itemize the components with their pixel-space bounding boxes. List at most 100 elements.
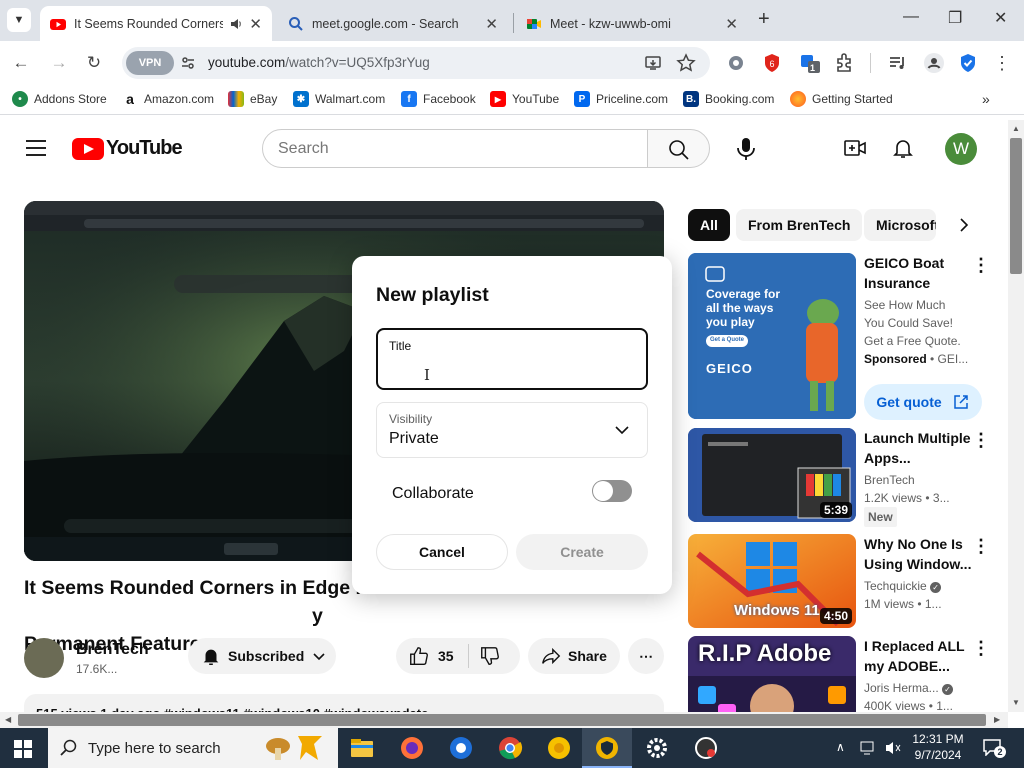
bookmark-label: Getting Started: [812, 92, 893, 106]
youtube-favicon-icon: [50, 18, 66, 30]
playlist-title-field[interactable]: Title I: [376, 328, 648, 390]
vertical-scrollbar[interactable]: ▲ ▼: [1008, 120, 1024, 712]
scroll-right-arrow-icon[interactable]: ▶: [994, 715, 1000, 724]
bookmark-star-icon[interactable]: [676, 53, 696, 73]
bookmark-amazon[interactable]: a Amazon.com: [122, 91, 214, 107]
minimize-window-icon[interactable]: —: [903, 8, 919, 26]
back-arrow-icon[interactable]: ←: [9, 51, 33, 75]
media-control-icon[interactable]: [886, 51, 910, 75]
tab-youtube-video[interactable]: It Seems Rounded Corners ✕: [40, 6, 272, 41]
bookmark-label: Facebook: [423, 92, 476, 106]
collaborate-toggle[interactable]: [592, 480, 632, 502]
bookmark-booking[interactable]: B. Booking.com: [683, 91, 774, 107]
vertical-scroll-thumb[interactable]: [1010, 138, 1022, 274]
bookmark-label: Addons Store: [34, 92, 107, 106]
facebook-icon: f: [401, 91, 417, 107]
tab-separator: [513, 13, 514, 33]
tab-google-meet[interactable]: Meet - kzw-uwwb-omi ✕: [516, 6, 748, 41]
toggle-knob: [593, 481, 613, 501]
network-icon[interactable]: [860, 740, 878, 756]
bookmark-getting-started[interactable]: Getting Started: [790, 91, 893, 107]
bookmark-walmart[interactable]: ✱ Walmart.com: [293, 91, 385, 107]
tab-title: meet.google.com - Search: [312, 16, 459, 31]
browser-tab-bar: ▼ It Seems Rounded Corners ✕ meet.google…: [0, 0, 1024, 41]
active-app-highlight[interactable]: [582, 728, 632, 768]
scroll-up-arrow-icon[interactable]: ▲: [1012, 124, 1020, 133]
taskbar-search-box[interactable]: Type here to search: [48, 728, 338, 768]
translate-extension-icon[interactable]: 1: [798, 51, 822, 75]
bookmark-ebay[interactable]: eBay: [228, 91, 277, 107]
notification-center-icon[interactable]: 2: [982, 738, 1006, 761]
visibility-dropdown[interactable]: Visibility Private: [376, 402, 648, 458]
security-shield-icon[interactable]: [956, 51, 980, 75]
extensions-puzzle-icon[interactable]: [833, 51, 857, 75]
yellow-app-taskbar-icon[interactable]: [545, 734, 573, 762]
create-button[interactable]: Create: [516, 534, 648, 570]
search-icon: [60, 739, 77, 756]
visibility-label: Visibility: [389, 412, 433, 426]
chevron-up-icon[interactable]: ∧: [836, 740, 845, 754]
scroll-left-arrow-icon[interactable]: ◀: [5, 715, 11, 724]
clock-date: 9/7/2024: [914, 748, 962, 762]
horizontal-scrollbar[interactable]: ◀ ▶: [0, 712, 1008, 728]
addons-store-icon: •: [12, 91, 28, 107]
system-clock[interactable]: 12:31 PM 9/7/2024: [906, 731, 970, 763]
windows-taskbar: Type here to search ∧ 12:31 PM 9/7/2024 …: [0, 728, 1024, 768]
windows-start-icon[interactable]: [14, 740, 32, 758]
more-bookmarks-chevron-icon[interactable]: »: [982, 91, 990, 107]
new-tab-button[interactable]: +: [758, 8, 770, 31]
forward-arrow-icon[interactable]: →: [47, 51, 71, 75]
horizontal-scroll-thumb[interactable]: [18, 714, 986, 726]
booking-icon: B.: [683, 91, 699, 107]
walmart-icon: ✱: [293, 91, 309, 107]
security-app-taskbar-icon[interactable]: [692, 734, 720, 762]
svg-text:6: 6: [769, 59, 774, 69]
site-info-icon[interactable]: [180, 55, 196, 71]
audio-playing-icon[interactable]: [229, 17, 243, 31]
url-host: youtube.com: [208, 55, 286, 70]
file-explorer-icon[interactable]: [348, 734, 376, 762]
google-meet-favicon-icon: [527, 18, 541, 29]
close-tab-icon[interactable]: ✕: [725, 15, 738, 33]
install-app-icon[interactable]: [644, 54, 662, 72]
bookmark-priceline[interactable]: P Priceline.com: [574, 91, 668, 107]
bookmark-facebook[interactable]: f Facebook: [401, 91, 476, 107]
shield-extension-icon[interactable]: 6: [760, 51, 784, 75]
bookmark-label: Booking.com: [705, 92, 775, 106]
tab-google-search[interactable]: meet.google.com - Search ✕: [278, 6, 508, 41]
close-window-icon[interactable]: ✕: [994, 8, 1007, 28]
chrome-taskbar-icon[interactable]: [496, 734, 524, 762]
bookmark-youtube[interactable]: ▶ YouTube: [490, 91, 559, 107]
bookmark-label: Walmart.com: [315, 92, 386, 106]
taskbar-search-placeholder: Type here to search: [88, 740, 221, 757]
bookmark-label: YouTube: [512, 92, 560, 106]
dialog-title: New playlist: [376, 284, 489, 306]
volume-muted-icon[interactable]: [884, 740, 902, 756]
chevron-down-icon: [615, 426, 629, 435]
notification-count: 2: [994, 746, 1006, 758]
toolbar-divider: [870, 53, 871, 73]
search-favicon-icon: [289, 16, 303, 31]
browser-menu-icon[interactable]: ⋮: [990, 51, 1014, 75]
puzzle-extension-icon[interactable]: [724, 51, 748, 75]
scroll-down-arrow-icon[interactable]: ▼: [1012, 698, 1020, 707]
close-tab-icon[interactable]: ✕: [485, 15, 498, 33]
clock-time: 12:31 PM: [912, 732, 964, 746]
url-text[interactable]: youtube.com/watch?v=UQ5Xfp3rYug: [208, 55, 430, 70]
restore-window-icon[interactable]: ❐: [948, 8, 962, 28]
close-tab-icon[interactable]: ✕: [249, 15, 262, 33]
reload-icon[interactable]: ↻: [82, 51, 106, 75]
bookmark-addons-store[interactable]: • Addons Store: [12, 91, 107, 107]
settings-gear-icon[interactable]: [643, 734, 671, 762]
address-bar[interactable]: VPN youtube.com/watch?v=UQ5Xfp3rYug: [122, 47, 710, 79]
cancel-button[interactable]: Cancel: [376, 534, 508, 570]
firefox-taskbar-icon[interactable]: [398, 734, 426, 762]
vpn-button[interactable]: VPN: [126, 51, 174, 75]
text-cursor-icon: I: [424, 366, 430, 384]
tab-search-button[interactable]: ▼: [7, 8, 31, 32]
collaborate-label: Collaborate: [392, 485, 474, 502]
profile-icon[interactable]: [922, 51, 946, 75]
extension-badge: 1: [810, 63, 816, 73]
browser-taskbar-icon[interactable]: [447, 734, 475, 762]
amazon-icon: a: [122, 91, 138, 107]
